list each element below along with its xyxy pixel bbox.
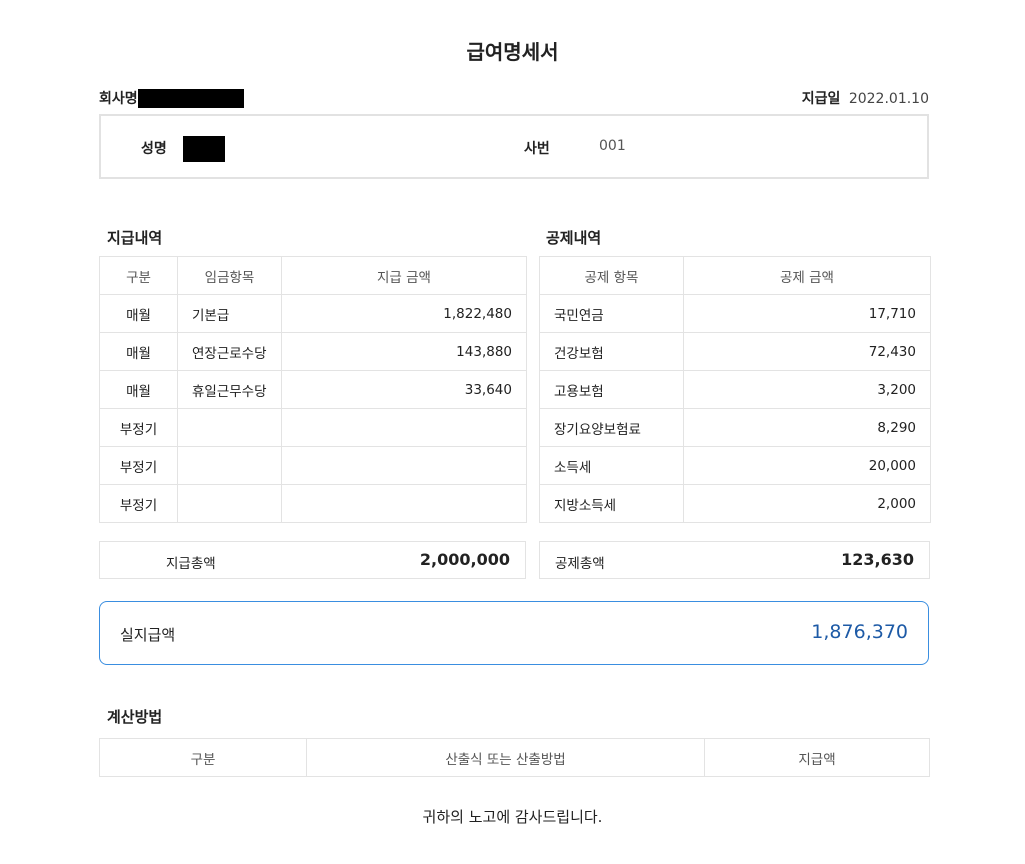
footer-message: 귀하의 노고에 감사드립니다. — [422, 808, 603, 826]
table-row: 부정기 — [99, 408, 527, 447]
header-cell: 지급액 — [704, 738, 930, 777]
employee-name-label: 성명 — [141, 141, 167, 157]
pay-date-label: 지급일 — [801, 91, 841, 107]
deduction-amount: 8,290 — [683, 408, 931, 447]
calculation-section-title: 계산방법 — [107, 708, 163, 726]
payment-amount — [281, 484, 527, 523]
table-row: 고용보험 3,200 — [539, 370, 931, 409]
deductions-total-box: 공제총액 123,630 — [539, 541, 930, 579]
deductions-table: 공제 항목 공제 금액 국민연금 17,710 건강보험 72,430 고용보험… — [539, 256, 931, 523]
employee-info-box: 성명 사번 001 — [99, 114, 929, 179]
header-cell: 공제 항목 — [539, 256, 684, 295]
employee-name-redaction — [183, 136, 225, 162]
net-pay-amount: 1,876,370 — [811, 621, 908, 643]
employee-id-label: 사번 — [524, 141, 550, 157]
table-row: 매월 휴일근무수당 33,640 — [99, 370, 527, 409]
header-cell: 구분 — [99, 738, 307, 777]
payment-item: 연장근로수당 — [177, 332, 282, 371]
payment-type: 매월 — [99, 370, 178, 409]
payments-total-label: 지급총액 — [166, 556, 216, 572]
payment-item: 기본급 — [177, 294, 282, 333]
document-title: 급여명세서 — [466, 40, 559, 64]
payment-item: 휴일근무수당 — [177, 370, 282, 409]
payment-item — [177, 446, 282, 485]
deduction-item: 국민연금 — [539, 294, 684, 333]
table-row: 지방소득세 2,000 — [539, 484, 931, 523]
company-row: 회사명 — [99, 88, 244, 108]
deductions-total-label: 공제총액 — [555, 556, 605, 572]
header-cell: 임금항목 — [177, 256, 282, 295]
deduction-amount: 3,200 — [683, 370, 931, 409]
table-header-row: 구분 임금항목 지급 금액 — [99, 256, 527, 295]
payments-total-box: 지급총액 2,000,000 — [99, 541, 526, 579]
net-pay-box: 실지급액 1,876,370 — [99, 601, 929, 665]
deductions-total-value: 123,630 — [841, 550, 914, 569]
employee-id-value: 001 — [599, 138, 626, 154]
header-cell: 구분 — [99, 256, 178, 295]
table-header-row: 공제 항목 공제 금액 — [539, 256, 931, 295]
table-row: 부정기 — [99, 446, 527, 485]
payments-table: 구분 임금항목 지급 금액 매월 기본급 1,822,480 매월 연장근로수당… — [99, 256, 527, 523]
payments-section-title: 지급내역 — [107, 229, 163, 247]
payment-type: 매월 — [99, 332, 178, 371]
calculation-table: 구분 산출식 또는 산출방법 지급액 — [99, 738, 930, 777]
deduction-item: 소득세 — [539, 446, 684, 485]
company-name-redaction — [137, 88, 244, 108]
table-row: 매월 기본급 1,822,480 — [99, 294, 527, 333]
payment-amount — [281, 408, 527, 447]
payment-item — [177, 484, 282, 523]
net-pay-label: 실지급액 — [120, 626, 176, 644]
payment-amount: 143,880 — [281, 332, 527, 371]
table-row: 장기요양보험료 8,290 — [539, 408, 931, 447]
deduction-amount: 2,000 — [683, 484, 931, 523]
payment-amount — [281, 446, 527, 485]
payment-item — [177, 408, 282, 447]
deductions-section-title: 공제내역 — [546, 229, 602, 247]
payment-amount: 33,640 — [281, 370, 527, 409]
payment-type: 매월 — [99, 294, 178, 333]
table-header-row: 구분 산출식 또는 산출방법 지급액 — [99, 738, 930, 777]
header-cell: 지급 금액 — [281, 256, 527, 295]
payment-amount: 1,822,480 — [281, 294, 527, 333]
deduction-amount: 20,000 — [683, 446, 931, 485]
payment-type: 부정기 — [99, 484, 178, 523]
table-row: 국민연금 17,710 — [539, 294, 931, 333]
deduction-item: 고용보험 — [539, 370, 684, 409]
deduction-amount: 17,710 — [683, 294, 931, 333]
deduction-item: 장기요양보험료 — [539, 408, 684, 447]
deduction-item: 지방소득세 — [539, 484, 684, 523]
header-cell: 산출식 또는 산출방법 — [306, 738, 705, 777]
company-label: 회사명 — [99, 91, 138, 107]
deduction-item: 건강보험 — [539, 332, 684, 371]
payments-total-value: 2,000,000 — [419, 550, 510, 569]
header-cell: 공제 금액 — [683, 256, 931, 295]
table-row: 건강보험 72,430 — [539, 332, 931, 371]
pay-date-value: 2022.01.10 — [848, 91, 929, 107]
payment-type: 부정기 — [99, 446, 178, 485]
pay-date-row: 지급일 2022.01.10 — [802, 88, 929, 108]
table-row: 소득세 20,000 — [539, 446, 931, 485]
table-row: 매월 연장근로수당 143,880 — [99, 332, 527, 371]
deduction-amount: 72,430 — [683, 332, 931, 371]
payment-type: 부정기 — [99, 408, 178, 447]
table-row: 부정기 — [99, 484, 527, 523]
